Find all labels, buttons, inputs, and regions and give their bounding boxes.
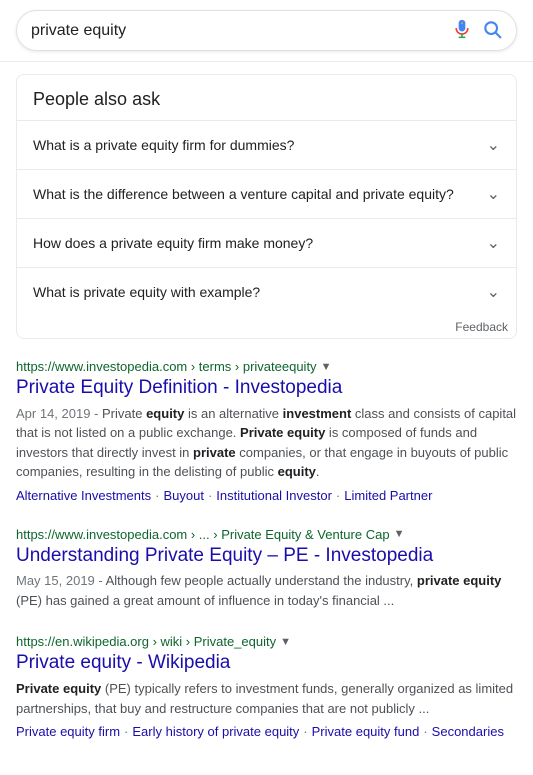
search-result-2: https://en.wikipedia.org › wiki › Privat… bbox=[16, 634, 517, 739]
result-tag-pe-firm[interactable]: Private equity firm bbox=[16, 724, 120, 739]
chevron-down-icon-1: ⌄ bbox=[487, 184, 500, 204]
search-bar bbox=[16, 10, 517, 51]
result-title-1[interactable]: Understanding Private Equity – PE - Inve… bbox=[16, 544, 517, 569]
result-tags-2: Private equity firm · Early history of p… bbox=[16, 724, 517, 739]
search-bar-container bbox=[0, 0, 533, 62]
result-snippet-1: May 15, 2019 - Although few people actua… bbox=[16, 571, 517, 610]
result-title-2[interactable]: Private equity - Wikipedia bbox=[16, 651, 517, 676]
search-icon[interactable] bbox=[482, 19, 502, 42]
result-dropdown-arrow-2[interactable]: ▼ bbox=[280, 636, 291, 648]
result-url-1: https://www.investopedia.com › ... › Pri… bbox=[16, 527, 390, 542]
paa-item-1[interactable]: What is the difference between a venture… bbox=[17, 169, 516, 218]
search-input[interactable] bbox=[31, 22, 452, 40]
result-snippet-0: Apr 14, 2019 - Private equity is an alte… bbox=[16, 404, 517, 482]
result-tags-0: Alternative Investments · Buyout · Insti… bbox=[16, 488, 517, 503]
search-icons bbox=[452, 19, 502, 42]
result-dropdown-arrow-1[interactable]: ▼ bbox=[394, 528, 405, 540]
result-date-1: May 15, 2019 - bbox=[16, 573, 106, 588]
paa-item-2[interactable]: How does a private equity firm make mone… bbox=[17, 218, 516, 267]
paa-item-3[interactable]: What is private equity with example? ⌄ bbox=[17, 267, 516, 316]
result-tag-pe-fund[interactable]: Private equity fund bbox=[312, 724, 420, 739]
result-url-line-2: https://en.wikipedia.org › wiki › Privat… bbox=[16, 634, 517, 649]
result-tag-early-history[interactable]: Early history of private equity bbox=[132, 724, 299, 739]
result-tag-institutional-investor[interactable]: Institutional Investor bbox=[216, 488, 332, 503]
people-also-ask-box: People also ask What is a private equity… bbox=[16, 74, 517, 339]
main-content: People also ask What is a private equity… bbox=[0, 62, 533, 775]
search-result-0: https://www.investopedia.com › terms › p… bbox=[16, 359, 517, 503]
result-url-line-1: https://www.investopedia.com › ... › Pri… bbox=[16, 527, 517, 542]
result-url-2: https://en.wikipedia.org › wiki › Privat… bbox=[16, 634, 276, 649]
paa-title: People also ask bbox=[17, 75, 516, 120]
result-tag-limited-partner[interactable]: Limited Partner bbox=[344, 488, 432, 503]
chevron-down-icon-3: ⌄ bbox=[487, 282, 500, 302]
result-tag-alternative-investments[interactable]: Alternative Investments bbox=[16, 488, 151, 503]
search-result-1: https://www.investopedia.com › ... › Pri… bbox=[16, 527, 517, 611]
paa-question-2: How does a private equity firm make mone… bbox=[33, 235, 313, 251]
paa-question-1: What is the difference between a venture… bbox=[33, 186, 454, 202]
paa-question-3: What is private equity with example? bbox=[33, 284, 260, 300]
chevron-down-icon-2: ⌄ bbox=[487, 233, 500, 253]
result-snippet-2: Private equity (PE) typically refers to … bbox=[16, 679, 517, 718]
chevron-down-icon-0: ⌄ bbox=[487, 135, 500, 155]
result-url-line-0: https://www.investopedia.com › terms › p… bbox=[16, 359, 517, 374]
paa-question-0: What is a private equity firm for dummie… bbox=[33, 137, 294, 153]
result-tag-buyout[interactable]: Buyout bbox=[163, 488, 203, 503]
result-url-0: https://www.investopedia.com › terms › p… bbox=[16, 359, 317, 374]
result-title-0[interactable]: Private Equity Definition - Investopedia bbox=[16, 376, 517, 401]
paa-item-0[interactable]: What is a private equity firm for dummie… bbox=[17, 120, 516, 169]
result-date-0: Apr 14, 2019 - bbox=[16, 406, 102, 421]
feedback-link[interactable]: Feedback bbox=[17, 316, 516, 338]
result-tag-secondaries[interactable]: Secondaries bbox=[432, 724, 504, 739]
result-dropdown-arrow-0[interactable]: ▼ bbox=[321, 361, 332, 373]
microphone-icon[interactable] bbox=[452, 19, 472, 42]
